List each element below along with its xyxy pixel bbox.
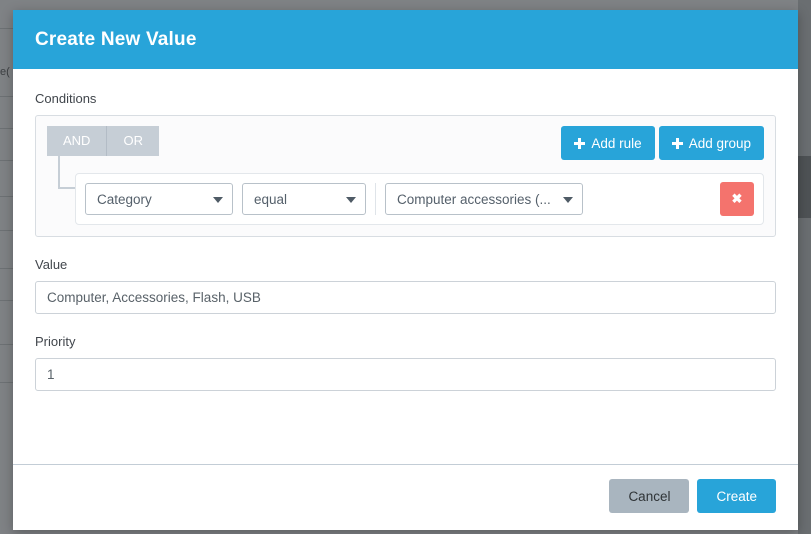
add-rule-label: Add rule [591,135,642,151]
priority-label: Priority [35,334,76,349]
priority-input[interactable] [35,358,776,391]
add-group-label: Add group [688,135,751,151]
rule-connector-line [58,156,75,189]
page-scrollbar-thumb[interactable] [798,156,811,218]
dialog-body: Conditions AND OR Add rule Add group Cat… [13,69,798,464]
conditions-label: Conditions [35,91,97,106]
rule-value-text: Computer accessories (... [397,191,551,207]
rule-field-select[interactable]: Category [85,183,233,215]
create-button[interactable]: Create [697,479,776,513]
logic-button-or[interactable]: OR [106,126,159,156]
logic-toggle-group: AND OR [47,126,159,156]
value-input[interactable] [35,281,776,314]
value-label: Value [35,257,68,272]
create-new-value-dialog: Create New Value Conditions AND OR Add r… [13,10,798,530]
page-title: Create New Value [35,28,197,50]
rule-field-value: Category [97,191,152,207]
rule-value-select[interactable]: Computer accessories (... [385,183,583,215]
query-builder-actions: Add rule Add group [561,126,764,160]
dialog-footer: Cancel Create [13,464,798,530]
logic-button-and[interactable]: AND [47,126,107,156]
page-scrollbar-track[interactable] [798,0,811,534]
close-icon: ✖ [731,191,743,206]
query-builder: AND OR Add rule Add group Category equal… [35,115,776,237]
add-group-button[interactable]: Add group [658,126,764,160]
dialog-header: Create New Value [13,10,798,69]
rule-divider [375,183,376,215]
plus-icon [574,137,586,149]
plus-icon [671,137,683,149]
backdrop-partial-text: e( [0,66,10,78]
priority-block: Priority [35,334,776,391]
rule-operator-value: equal [254,191,288,207]
add-rule-button[interactable]: Add rule [561,126,655,160]
value-block: Value [35,257,776,314]
query-builder-header: AND OR Add rule Add group [47,126,764,160]
delete-rule-button[interactable]: ✖ [720,182,754,216]
rule-operator-select[interactable]: equal [242,183,366,215]
rule-row: Category equal Computer accessories (...… [75,173,764,225]
cancel-button[interactable]: Cancel [609,479,690,513]
